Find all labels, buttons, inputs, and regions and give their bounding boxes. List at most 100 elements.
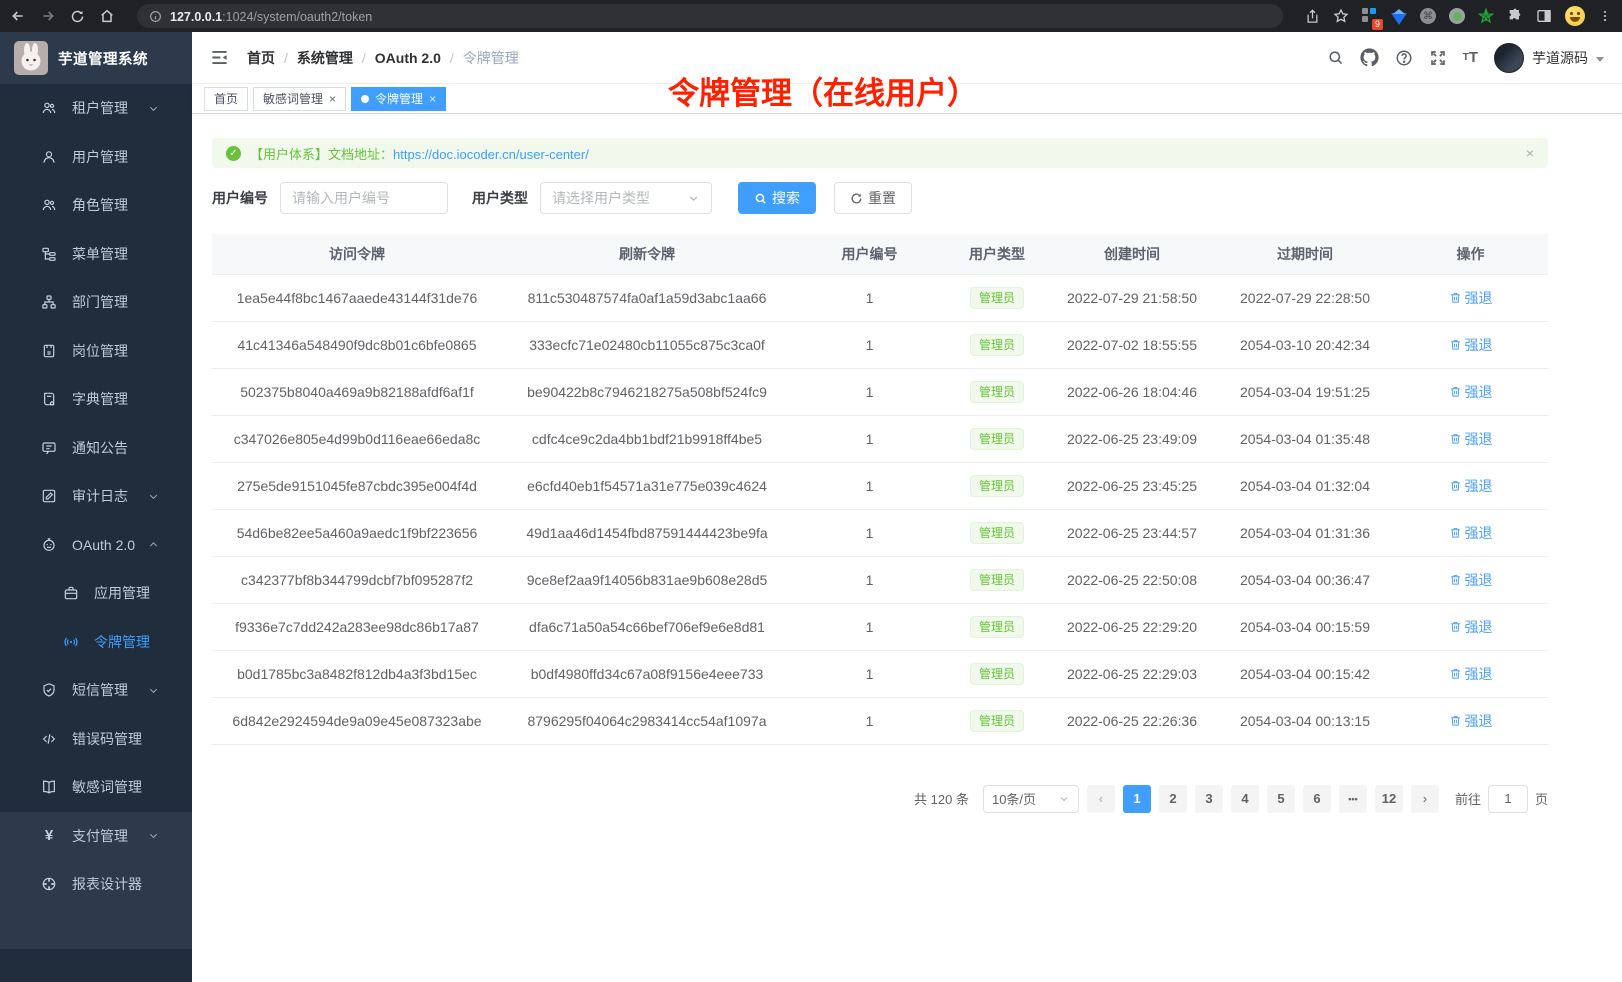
table-row: c342377bf8b344799dcbf7bf095287f29ce8ef2a… [212, 556, 1548, 603]
sidebar-item-label: 菜单管理 [72, 244, 176, 264]
sidebar-logo-row[interactable]: 芋道管理系统 [0, 32, 192, 84]
filter-form: 用户编号 用户类型 请选择用户类型 搜索 重置 [212, 182, 1548, 214]
extension-star-icon[interactable] [1478, 8, 1494, 24]
next-page-button[interactable]: › [1411, 785, 1439, 813]
reset-button[interactable]: 重置 [834, 182, 912, 214]
goto-page-input[interactable]: 1 [1488, 785, 1528, 813]
alert-doc-link[interactable]: https://doc.iocoder.cn/user-center/ [393, 147, 589, 162]
browser-forward-icon[interactable] [40, 8, 56, 24]
sidebar-item-report[interactable]: 报表设计器 [0, 860, 192, 909]
sidebar-item-dept[interactable]: 部门管理 [0, 278, 192, 327]
prev-page-button[interactable]: ‹ [1087, 785, 1115, 813]
github-icon[interactable] [1360, 48, 1379, 67]
action-cell: 强退 [1393, 697, 1548, 744]
force-logout-button[interactable]: 强退 [1449, 476, 1493, 496]
page-button-6[interactable]: 6 [1303, 785, 1331, 813]
sidebar-item-oauth2-token[interactable]: 令牌管理 [0, 618, 192, 667]
help-icon[interactable] [1395, 49, 1413, 67]
page-button-12[interactable]: 12 [1375, 785, 1403, 813]
sidebar-item-label: 报表设计器 [72, 874, 176, 894]
table-row: 502375b8040a469a9b82188afdf6af1fbe90422b… [212, 368, 1548, 415]
force-logout-button[interactable]: 强退 [1449, 382, 1493, 402]
browser-home-icon[interactable] [99, 8, 115, 24]
user-type-cell: 管理员 [947, 321, 1047, 368]
trash-icon [1449, 620, 1462, 633]
bookmark-star-icon[interactable] [1333, 8, 1349, 24]
sidebar-item-pay[interactable]: ¥支付管理 [0, 812, 192, 861]
book-icon [40, 779, 58, 795]
font-size-icon[interactable]: TT [1463, 49, 1478, 66]
sidebar-item-sensitive-word[interactable]: 敏感词管理 [0, 763, 192, 812]
force-logout-button[interactable]: 强退 [1449, 429, 1493, 449]
browser-menu-icon[interactable] [1598, 9, 1612, 23]
search-icon [754, 192, 767, 205]
force-logout-button[interactable]: 强退 [1449, 664, 1493, 684]
close-tab-icon[interactable]: × [329, 92, 336, 106]
force-logout-label: 强退 [1465, 711, 1493, 731]
page-info-icon[interactable] [149, 10, 162, 23]
sidebar-item-notice[interactable]: 通知公告 [0, 424, 192, 473]
page-size-select[interactable]: 10条/页 [983, 785, 1079, 813]
share-icon[interactable] [1305, 9, 1320, 24]
extensions-puzzle-icon[interactable] [1507, 8, 1523, 24]
sidebar-item-audit-log[interactable]: 审计日志 [0, 472, 192, 521]
sidebar-item-dict[interactable]: 字典管理 [0, 375, 192, 424]
force-logout-button[interactable]: 强退 [1449, 711, 1493, 731]
page-button-4[interactable]: 4 [1231, 785, 1259, 813]
extension-grid-icon[interactable]: 9 [1362, 8, 1378, 24]
trash-icon [1449, 338, 1462, 351]
user-type-select[interactable]: 请选择用户类型 [540, 182, 712, 214]
fullscreen-icon[interactable] [1429, 49, 1447, 67]
browser-reload-icon[interactable] [70, 9, 85, 24]
user-type-cell: 管理员 [947, 603, 1047, 650]
page-button-5[interactable]: 5 [1267, 785, 1295, 813]
profile-avatar[interactable] [1565, 6, 1585, 26]
search-icon[interactable] [1327, 49, 1344, 66]
force-logout-button[interactable]: 强退 [1449, 288, 1493, 308]
extension-dot-icon[interactable] [1449, 8, 1465, 24]
sidebar-item-role[interactable]: 角色管理 [0, 181, 192, 230]
sidebar-item-error-code[interactable]: 错误码管理 [0, 715, 192, 764]
collapse-sidebar-icon[interactable] [210, 48, 229, 67]
extension-circle-icon[interactable]: ⌘ [1420, 8, 1436, 24]
page-button-2[interactable]: 2 [1159, 785, 1187, 813]
sidebar-item-oauth2[interactable]: OAuth 2.0 [0, 521, 192, 570]
force-logout-button[interactable]: 强退 [1449, 570, 1493, 590]
extension-gem-icon[interactable] [1391, 13, 1407, 25]
tab-令牌管理[interactable]: 令牌管理× [351, 87, 446, 111]
active-dot [361, 95, 369, 103]
browser-back-icon[interactable] [10, 8, 26, 24]
tab-首页[interactable]: 首页 [204, 87, 248, 111]
sidebar-item-user[interactable]: 用户管理 [0, 133, 192, 182]
tab-敏感词管理[interactable]: 敏感词管理 × [253, 87, 346, 111]
force-logout-button[interactable]: 强退 [1449, 335, 1493, 355]
user-id-input[interactable] [292, 190, 436, 206]
access-token-cell: b0d1785bc3a8482f812db4a3f3bd15ec [212, 650, 502, 697]
sidebar-item-post[interactable]: 岗位管理 [0, 327, 192, 376]
user-menu[interactable]: 芋道源码 [1494, 43, 1604, 73]
sidebar-item-sms[interactable]: 短信管理 [0, 666, 192, 715]
breadcrumb-item[interactable]: 系统管理 [297, 48, 353, 68]
breadcrumb-item[interactable]: 首页 [247, 48, 275, 68]
page-button-3[interactable]: 3 [1195, 785, 1223, 813]
more-pages-button[interactable]: ••• [1339, 785, 1367, 813]
user-id-label: 用户编号 [212, 188, 268, 208]
code-icon [40, 731, 58, 747]
sidebar-item-label: 角色管理 [72, 195, 176, 215]
org-chart-icon [40, 294, 58, 310]
side-panel-icon[interactable] [1536, 8, 1552, 24]
sidebar-item-menu[interactable]: 菜单管理 [0, 230, 192, 279]
search-button[interactable]: 搜索 [738, 182, 816, 214]
force-logout-button[interactable]: 强退 [1449, 617, 1493, 637]
sidebar-item-tenant[interactable]: 租户管理 [0, 84, 192, 133]
user-id-cell: 1 [792, 368, 947, 415]
close-tab-icon[interactable]: × [429, 92, 436, 106]
sidebar-item-oauth2-app[interactable]: 应用管理 [0, 569, 192, 618]
page-button-1[interactable]: 1 [1123, 785, 1151, 813]
breadcrumb-item[interactable]: OAuth 2.0 [375, 50, 441, 66]
tab-label: 敏感词管理 [263, 90, 323, 107]
alert-close-icon[interactable]: × [1526, 145, 1534, 161]
force-logout-button[interactable]: 强退 [1449, 523, 1493, 543]
address-bar[interactable]: 127.0.0.1:1024/system/oauth2/token [137, 4, 1283, 28]
created-time-cell: 2022-06-25 22:29:20 [1047, 603, 1217, 650]
